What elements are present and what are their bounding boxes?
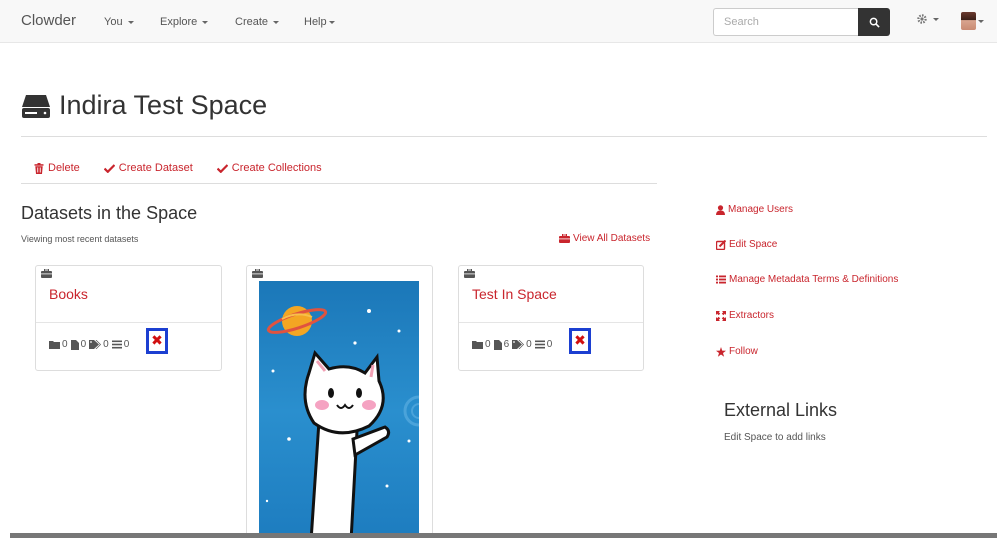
list-icon xyxy=(111,340,122,349)
create-dataset-label: Create Dataset xyxy=(118,162,193,174)
comment-count: 0 xyxy=(123,339,130,350)
settings-menu[interactable] xyxy=(916,13,939,25)
manage-users-link[interactable]: Manage Users xyxy=(716,204,793,215)
search-button[interactable] xyxy=(858,8,890,36)
comment-count: 0 xyxy=(546,339,553,350)
dataset-card: Books 0 0 0 0 ✖ xyxy=(35,265,222,371)
dataset-title-link[interactable]: Test In Space xyxy=(472,286,557,302)
follow-label: Follow xyxy=(729,346,758,357)
file-icon xyxy=(493,339,502,350)
delete-label: Delete xyxy=(48,162,80,174)
menu-create[interactable]: Create xyxy=(235,16,280,28)
list-icon xyxy=(534,340,545,349)
folder-count: 0 xyxy=(485,339,491,350)
remove-dataset-button[interactable]: ✖ xyxy=(146,328,168,354)
menu-explore-label: Explore xyxy=(160,16,198,28)
dataset-thumbnail[interactable] xyxy=(259,281,419,538)
dataset-stats: 0 0 0 0 xyxy=(49,339,132,350)
view-all-label: View All Datasets xyxy=(573,233,651,244)
dataset-card: Test In Space 0 6 0 0 ✖ xyxy=(458,265,644,371)
external-links-heading: External Links xyxy=(724,400,838,420)
brand-link[interactable]: Clowder xyxy=(21,12,76,29)
menu-help[interactable]: Help xyxy=(304,16,335,28)
edit-space-link[interactable]: Edit Space xyxy=(716,239,777,250)
folder-icon xyxy=(49,341,60,349)
chevron-down-icon xyxy=(978,19,984,23)
follow-button[interactable]: Follow xyxy=(716,346,758,357)
extractors-link[interactable]: Extractors xyxy=(716,310,774,321)
create-collections-button[interactable]: Create Collections xyxy=(216,162,322,174)
chevron-down-icon xyxy=(933,17,939,21)
menu-you[interactable]: You xyxy=(104,16,134,28)
card-divider xyxy=(459,322,643,323)
briefcase-icon xyxy=(41,269,52,278)
fullscreen-icon xyxy=(716,310,726,321)
briefcase-icon xyxy=(464,269,475,278)
tag-count: 0 xyxy=(526,339,532,350)
trash-icon xyxy=(34,162,44,174)
tags-icon xyxy=(512,340,525,349)
close-icon: ✖ xyxy=(574,333,586,349)
space-actions: Delete Create Dataset Create Collections xyxy=(34,162,346,174)
folder-icon xyxy=(472,341,483,349)
user-menu[interactable] xyxy=(961,12,984,30)
chevron-down-icon xyxy=(202,20,209,24)
chevron-down-icon xyxy=(328,20,335,24)
dataset-card xyxy=(246,265,433,538)
page-title: Indira Test Space xyxy=(59,90,268,120)
chevron-down-icon xyxy=(127,20,134,24)
external-links-note: Edit Space to add links xyxy=(724,432,826,443)
title-divider xyxy=(21,136,987,137)
edit-icon xyxy=(716,239,726,250)
file-count: 6 xyxy=(503,339,510,350)
search-icon xyxy=(869,17,880,28)
tag-count: 0 xyxy=(103,339,109,350)
page-header: Indira Test Space xyxy=(21,90,267,121)
file-icon xyxy=(70,339,79,350)
checkmark-icon xyxy=(216,163,228,173)
create-dataset-button[interactable]: Create Dataset xyxy=(103,162,193,174)
list-icon xyxy=(716,275,726,284)
briefcase-icon xyxy=(559,234,570,243)
gear-icon xyxy=(917,14,927,24)
user-icon xyxy=(716,204,725,215)
window-bottom-edge xyxy=(10,533,997,538)
dataset-stats: 0 6 0 0 xyxy=(472,339,555,350)
checkmark-icon xyxy=(103,163,115,173)
view-all-datasets-link[interactable]: View All Datasets xyxy=(559,233,650,244)
star-icon xyxy=(716,346,726,357)
remove-dataset-button[interactable]: ✖ xyxy=(569,328,591,354)
top-navbar: Clowder You Explore Create Help xyxy=(0,0,997,43)
manage-metadata-label: Manage Metadata Terms & Definitions xyxy=(729,274,899,285)
avatar xyxy=(961,12,976,30)
search-input[interactable] xyxy=(713,8,858,36)
file-count: 0 xyxy=(80,339,87,350)
manage-users-label: Manage Users xyxy=(728,204,794,215)
manage-metadata-link[interactable]: Manage Metadata Terms & Definitions xyxy=(716,274,898,285)
hard-drive-icon xyxy=(22,94,50,118)
datasets-heading: Datasets in the Space xyxy=(21,203,198,223)
actions-divider xyxy=(21,183,657,184)
chevron-down-icon xyxy=(273,20,280,24)
briefcase-icon xyxy=(252,269,263,278)
close-icon: ✖ xyxy=(151,333,163,349)
menu-help-label: Help xyxy=(304,16,327,28)
delete-button[interactable]: Delete xyxy=(34,162,80,174)
menu-you-label: You xyxy=(104,16,123,28)
tags-icon xyxy=(89,340,102,349)
create-collections-label: Create Collections xyxy=(231,162,322,174)
menu-explore[interactable]: Explore xyxy=(160,16,209,28)
folder-count: 0 xyxy=(62,339,68,350)
extractors-label: Extractors xyxy=(729,310,775,321)
card-divider xyxy=(36,322,221,323)
edit-space-label: Edit Space xyxy=(729,239,778,250)
datasets-subheading: Viewing most recent datasets xyxy=(21,234,139,244)
dataset-title-link[interactable]: Books xyxy=(49,286,88,302)
menu-create-label: Create xyxy=(235,16,269,28)
cat-in-space-image xyxy=(265,306,419,538)
